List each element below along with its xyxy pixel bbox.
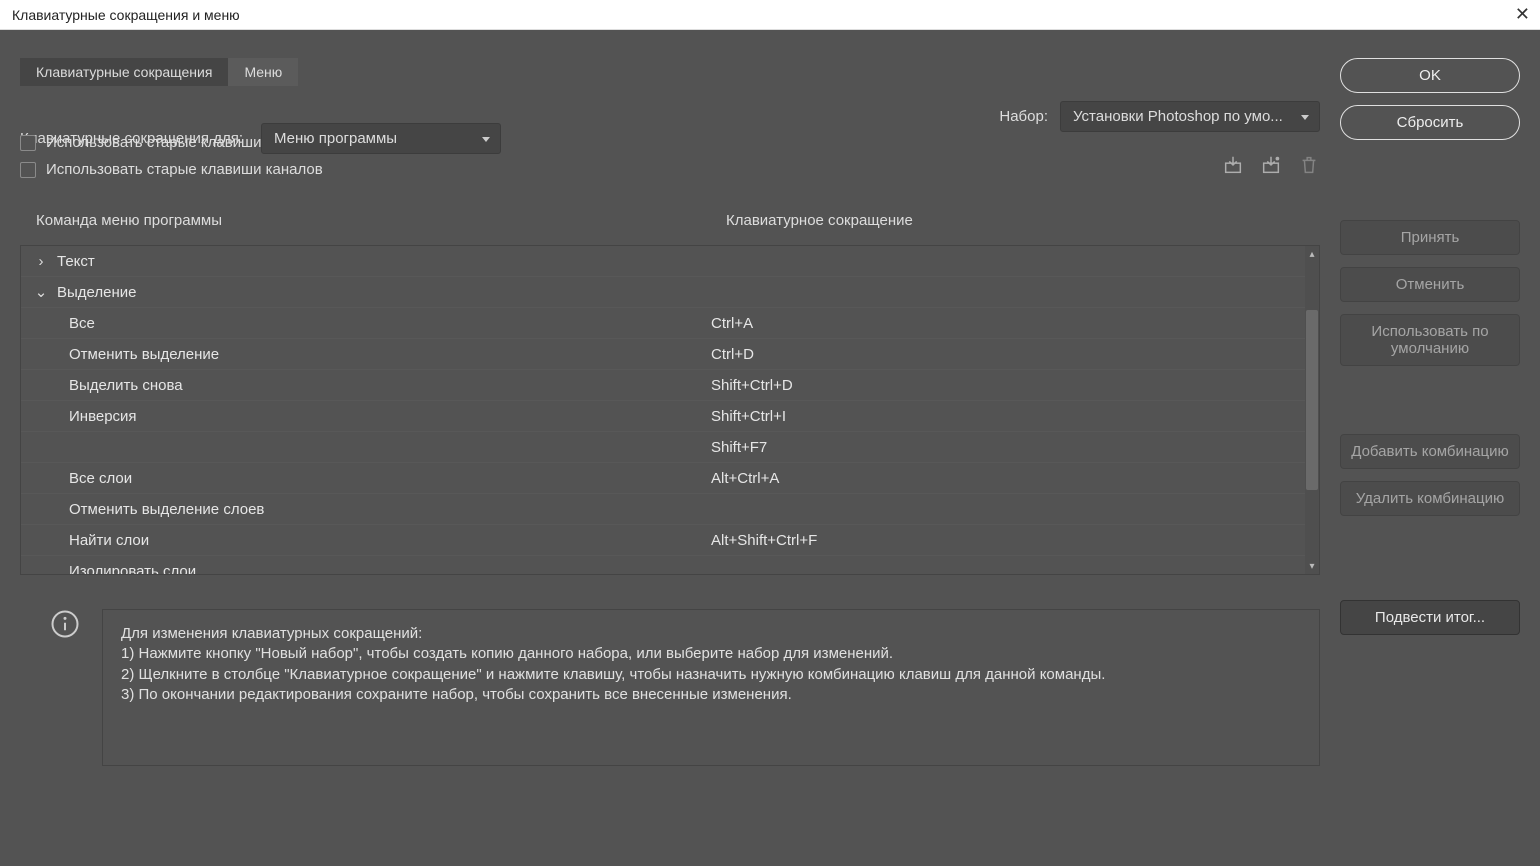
table-header-shortcut: Клавиатурное сокращение	[726, 212, 1320, 229]
table-row[interactable]: Отменить выделение слоев	[21, 494, 1319, 525]
table-row[interactable]: Изолировать слои	[21, 556, 1319, 575]
tab-menus[interactable]: Меню	[228, 58, 298, 86]
delete-shortcut-button[interactable]: Удалить комбинацию	[1340, 481, 1520, 516]
set-label: Набор:	[999, 108, 1048, 125]
scroll-up-icon[interactable]: ▴	[1305, 246, 1319, 262]
info-panel: Для изменения клавиатурных сокращений: 1…	[102, 609, 1320, 766]
cancel-shortcut-button[interactable]: Отменить	[1340, 267, 1520, 302]
set-select[interactable]: Установки Photoshop по умо...	[1060, 101, 1320, 132]
shortcut-cell[interactable]: Ctrl+A	[711, 315, 1319, 332]
table-row[interactable]: ИнверсияShift+Ctrl+I	[21, 401, 1319, 432]
shortcut-cell[interactable]: Alt+Ctrl+A	[711, 470, 1319, 487]
shortcut-cell[interactable]: Alt+Shift+Ctrl+F	[711, 532, 1319, 549]
chevron-right-icon[interactable]: ›	[31, 253, 51, 270]
window-title: Клавиатурные сокращения и меню	[12, 7, 240, 23]
ok-button[interactable]: OK	[1340, 58, 1520, 93]
tab-shortcuts[interactable]: Клавиатурные сокращения	[20, 58, 228, 86]
scroll-down-icon[interactable]: ▾	[1305, 558, 1319, 574]
close-icon[interactable]: ✕	[1515, 4, 1530, 25]
legacy-channels-label: Использовать старые клавиши каналов	[46, 161, 323, 178]
shortcuts-for-value: Меню программы	[274, 130, 397, 147]
chevron-down-icon[interactable]: ⌄	[31, 283, 51, 301]
table-row[interactable]: ВсеCtrl+A	[21, 308, 1319, 339]
shortcut-cell[interactable]: Shift+Ctrl+I	[711, 408, 1319, 425]
command-label: Найти слои	[21, 532, 711, 549]
add-shortcut-button[interactable]: Добавить комбинацию	[1340, 434, 1520, 469]
info-line: Для изменения клавиатурных сокращений:	[121, 624, 1301, 644]
group-label: Выделение	[57, 284, 136, 301]
table-group-row[interactable]: › Текст	[21, 246, 1319, 277]
group-label: Текст	[57, 253, 95, 270]
new-set-icon[interactable]	[1260, 154, 1282, 176]
table-row[interactable]: Все слоиAlt+Ctrl+A	[21, 463, 1319, 494]
table-row[interactable]: Отменить выделениеCtrl+D	[21, 339, 1319, 370]
command-label: Отменить выделение	[21, 346, 711, 363]
trash-icon[interactable]	[1298, 154, 1320, 176]
table-header-command: Команда меню программы	[36, 212, 726, 229]
save-set-icon[interactable]	[1222, 154, 1244, 176]
shortcut-cell[interactable]: Shift+F7	[711, 439, 1319, 456]
command-label: Все	[21, 315, 711, 332]
info-line: 3) По окончании редактирования сохраните…	[121, 685, 1301, 705]
shortcut-cell[interactable]: Shift+Ctrl+D	[711, 377, 1319, 394]
legacy-undo-checkbox[interactable]	[20, 135, 36, 151]
command-label: Инверсия	[21, 408, 711, 425]
command-label: Выделить снова	[21, 377, 711, 394]
titlebar: Клавиатурные сокращения и меню ✕	[0, 0, 1540, 30]
use-default-button[interactable]: Использовать по умолчанию	[1340, 314, 1520, 366]
info-line: 1) Нажмите кнопку "Новый набор", чтобы с…	[121, 644, 1301, 664]
summarize-button[interactable]: Подвести итог...	[1340, 600, 1520, 635]
set-value: Установки Photoshop по умо...	[1073, 108, 1283, 125]
legacy-channels-checkbox[interactable]	[20, 162, 36, 178]
shortcuts-table[interactable]: ›Текст⌄ВыделениеВсеCtrl+AОтменить выделе…	[20, 245, 1320, 575]
dialog-body: Клавиатурные сокращения Меню Клавиатурны…	[0, 30, 1540, 866]
info-line: 2) Щелкните в столбце "Клавиатурное сокр…	[121, 665, 1301, 685]
command-label: Отменить выделение слоев	[21, 501, 711, 518]
scrollbar[interactable]: ▴ ▾	[1305, 246, 1319, 574]
command-label: Изолировать слои	[21, 563, 711, 576]
table-row[interactable]: Выделить сноваShift+Ctrl+D	[21, 370, 1319, 401]
reset-button[interactable]: Сбросить	[1340, 105, 1520, 140]
table-group-row[interactable]: ⌄ Выделение	[21, 277, 1319, 308]
scroll-thumb[interactable]	[1306, 310, 1318, 490]
accept-button[interactable]: Принять	[1340, 220, 1520, 255]
table-row[interactable]: Shift+F7	[21, 432, 1319, 463]
shortcuts-for-select[interactable]: Меню программы	[261, 123, 501, 154]
tab-bar: Клавиатурные сокращения Меню	[20, 58, 1320, 86]
info-icon	[50, 609, 80, 639]
shortcut-cell[interactable]: Ctrl+D	[711, 346, 1319, 363]
command-label: Все слои	[21, 470, 711, 487]
table-row[interactable]: Найти слоиAlt+Shift+Ctrl+F	[21, 525, 1319, 556]
